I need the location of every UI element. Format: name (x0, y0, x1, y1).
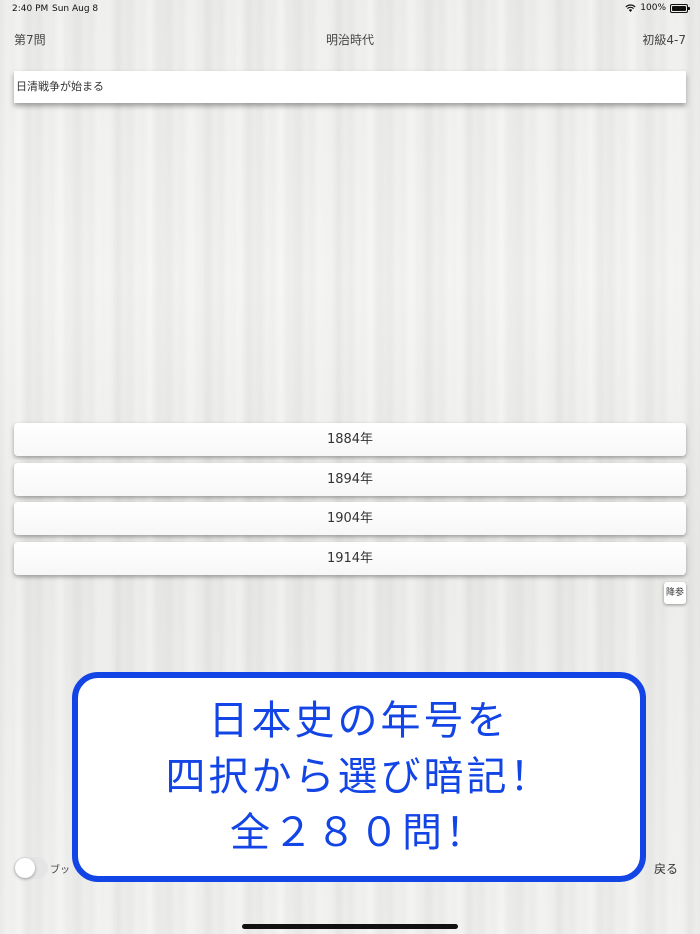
status-date: Sun Aug 8 (52, 4, 99, 14)
battery-percent: 100% (640, 3, 666, 13)
question-text: 日清戦争が始まる (14, 71, 686, 103)
choice-button-2[interactable]: 1894年 (14, 463, 686, 496)
era-title: 明治時代 (325, 33, 374, 47)
bookmark-toggle-label: ブッ (50, 865, 70, 876)
promo-line-1: 日本史の年号を (208, 698, 510, 744)
wifi-icon (625, 4, 636, 12)
battery-icon (670, 3, 690, 13)
promo-banner: 日本史の年号を 四択から選び暗記！ 全２８０問！ (72, 672, 646, 882)
choice-button-1[interactable]: 1884年 (14, 423, 686, 456)
bookmark-toggle[interactable] (14, 857, 48, 879)
choice-button-4[interactable]: 1914年 (14, 542, 686, 575)
promo-line-3: 全２８０問！ (230, 810, 488, 856)
status-bar: 2:40 PM Sun Aug 8 100% (0, 0, 700, 18)
status-right: 100% (625, 3, 690, 13)
choice-button-3[interactable]: 1904年 (14, 502, 686, 535)
give-up-button[interactable]: 降参 (664, 582, 686, 604)
back-button[interactable]: 戻る (654, 860, 678, 877)
home-indicator[interactable] (242, 924, 458, 929)
level-label: 初級4-7 (642, 33, 686, 47)
status-time: 2:40 PM (12, 4, 49, 14)
toggle-knob (15, 858, 35, 878)
promo-line-2: 四択から選び暗記！ (165, 754, 553, 800)
